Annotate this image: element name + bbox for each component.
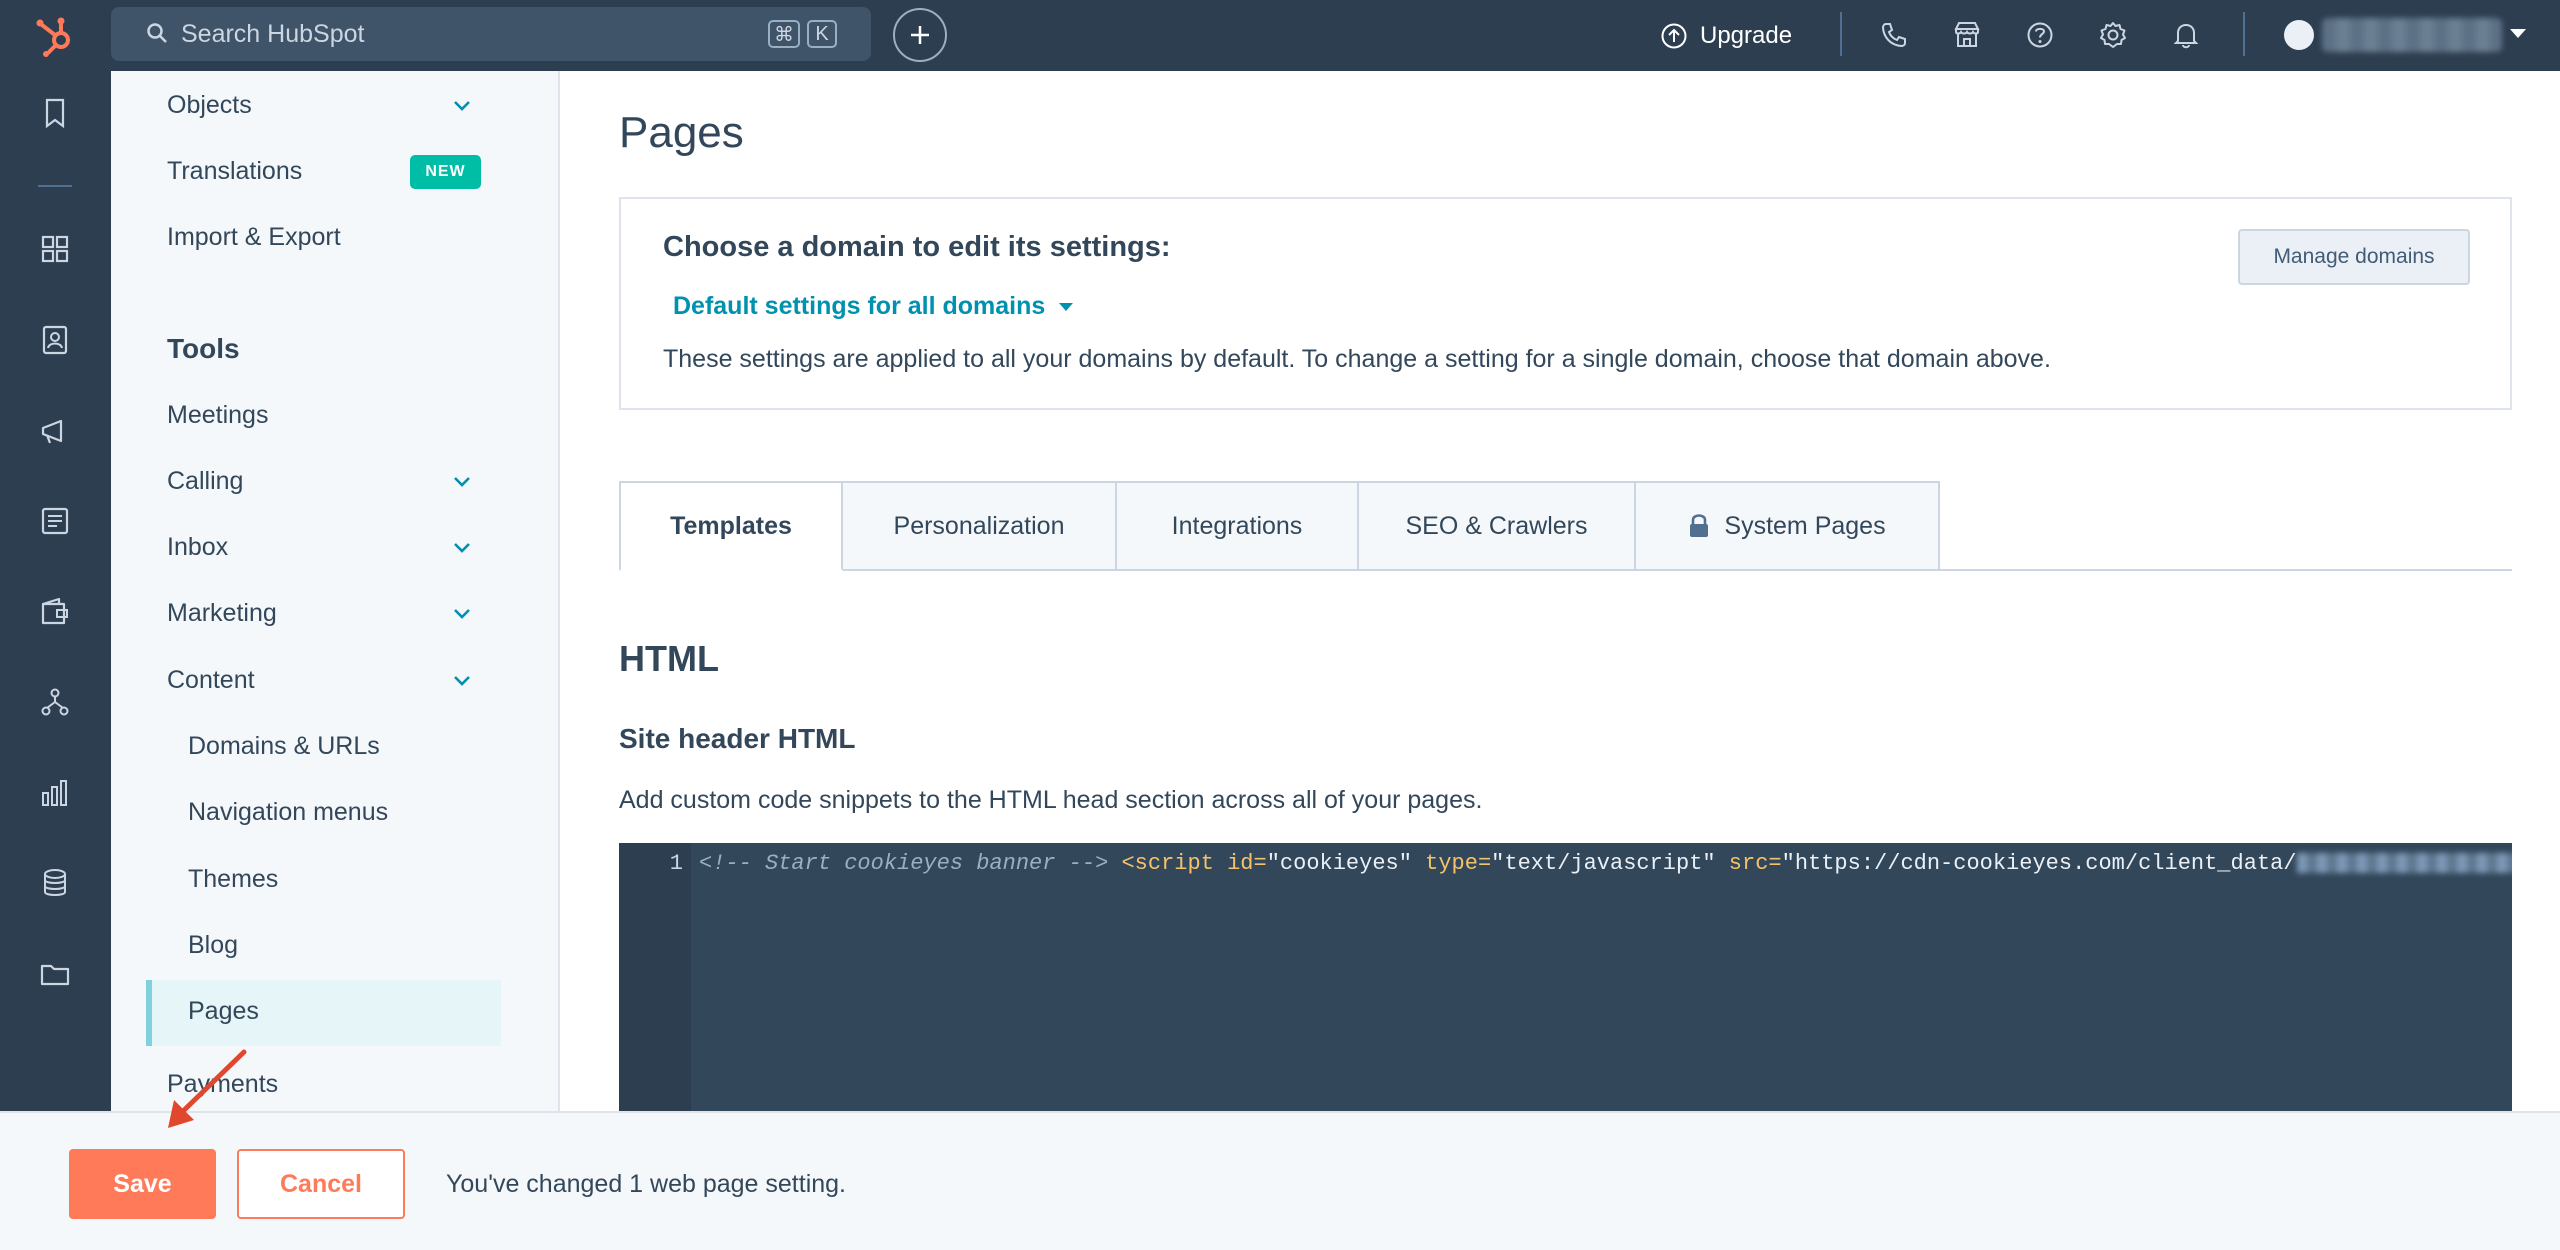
sidebar-item-meetings[interactable]: Meetings [167, 401, 268, 430]
sidebar-heading-tools: Tools [167, 333, 240, 364]
sidebar-subitem-themes[interactable]: Themes [188, 865, 278, 894]
search-icon [147, 23, 167, 43]
code-tag: <script [1121, 851, 1214, 876]
upgrade-arrow-icon [1661, 23, 1687, 48]
hubspot-logo-icon[interactable] [33, 14, 77, 58]
chevron-down-icon[interactable] [453, 97, 471, 115]
page-title: Pages [619, 108, 744, 157]
editor-gutter: 1 [619, 843, 691, 1111]
sidebar-item-translations[interactable]: Translations [167, 157, 302, 186]
help-text: Add custom code snippets to the HTML hea… [619, 786, 1483, 814]
settings-gear-icon[interactable] [2096, 18, 2130, 52]
tab-label: System Pages [1724, 511, 1886, 540]
reporting-chart-icon[interactable] [37, 775, 73, 811]
tab-system-pages[interactable]: System Pages [1636, 481, 1940, 571]
top-navigation: Search HubSpot ⌘ K Upgrade [0, 0, 2560, 71]
phone-icon[interactable] [1877, 18, 1911, 52]
cancel-button[interactable]: Cancel [237, 1149, 405, 1219]
code-value-id: "cookieyes" [1266, 851, 1412, 876]
manage-domains-button[interactable]: Manage domains [2238, 229, 2470, 285]
tab-label: Personalization [893, 511, 1065, 540]
sidebar-subitem-navigation-menus[interactable]: Navigation menus [188, 798, 388, 827]
data-management-database-icon[interactable] [37, 865, 73, 901]
library-folder-icon[interactable] [37, 956, 73, 992]
upgrade-link[interactable]: Upgrade [1660, 0, 1792, 71]
domain-card-description: These settings are applied to all your d… [663, 345, 2051, 373]
nav-divider [2243, 12, 2245, 56]
create-button[interactable] [893, 8, 947, 62]
tab-label: Integrations [1171, 511, 1303, 540]
bookmark-icon[interactable] [37, 95, 73, 131]
unsaved-changes-bar: Save Cancel You've changed 1 web page se… [0, 1111, 2560, 1250]
chevron-down-icon[interactable] [453, 605, 471, 623]
sidebar-subitem-blog[interactable]: Blog [188, 931, 238, 960]
help-icon[interactable] [2023, 18, 2057, 52]
code-editor[interactable]: 1 <!-- Start cookieyes banner --> <scrip… [619, 843, 2512, 1111]
caret-down-icon [1059, 302, 1074, 311]
sidebar-item-content[interactable]: Content [167, 666, 255, 695]
k-key-hint: K [807, 20, 837, 48]
save-button[interactable]: Save [69, 1149, 216, 1219]
main-content: Pages Choose a domain to edit its settin… [560, 71, 2560, 1111]
notifications-bell-icon[interactable] [2169, 18, 2203, 52]
tab-personalization[interactable]: Personalization [843, 481, 1117, 571]
domain-selector-card: Choose a domain to edit its settings: De… [619, 197, 2512, 410]
annotation-arrow-icon [168, 1049, 247, 1128]
global-nav-rail [0, 71, 111, 1111]
chevron-down-icon[interactable] [453, 672, 471, 690]
settings-sidebar: Objects Translations NEW Import & Export… [111, 71, 560, 1111]
sidebar-item-objects[interactable]: Objects [167, 91, 252, 120]
sidebar-item-marketing[interactable]: Marketing [167, 599, 277, 628]
search-placeholder: Search HubSpot [181, 20, 365, 48]
tab-seo-crawlers[interactable]: SEO & Crawlers [1359, 481, 1636, 571]
tab-integrations[interactable]: Integrations [1117, 481, 1359, 571]
nav-divider [1840, 12, 1842, 56]
marketplace-icon[interactable] [1950, 18, 1984, 52]
command-key-hint: ⌘ [768, 20, 800, 48]
avatar[interactable] [2284, 20, 2314, 50]
sidebar-item-calling[interactable]: Calling [167, 467, 243, 496]
chevron-down-icon[interactable] [453, 473, 471, 491]
automation-icon[interactable] [37, 684, 73, 720]
domain-dropdown-value: Default settings for all domains [673, 292, 1046, 320]
settings-tabs: Templates Personalization Integrations S… [619, 481, 1940, 571]
upgrade-label: Upgrade [1700, 21, 1793, 49]
section-heading: HTML [619, 638, 719, 679]
changes-status-text: You've changed 1 web page setting. [446, 1170, 846, 1198]
domain-card-title: Choose a domain to edit its settings: [663, 231, 1171, 263]
lock-icon [1690, 514, 1709, 537]
code-line[interactable]: <!-- Start cookieyes banner --> <script … [699, 851, 2512, 876]
subsection-heading: Site header HTML [619, 723, 856, 754]
search-input[interactable]: Search HubSpot ⌘ K [111, 7, 871, 61]
tab-label: SEO & Crawlers [1405, 511, 1588, 540]
marketing-megaphone-icon[interactable] [37, 413, 73, 449]
sidebar-subitem-pages[interactable]: Pages [188, 997, 259, 1026]
new-badge: NEW [410, 155, 481, 189]
sidebar-subitem-domains-urls[interactable]: Domains & URLs [188, 732, 380, 761]
contacts-icon[interactable] [37, 322, 73, 358]
content-icon[interactable] [37, 503, 73, 539]
workspaces-grid-icon[interactable] [37, 231, 73, 267]
redacted-text [2296, 853, 2512, 874]
sidebar-item-inbox[interactable]: Inbox [167, 533, 228, 562]
plus-icon [911, 26, 929, 44]
rail-divider [38, 185, 72, 187]
tab-templates[interactable]: Templates [619, 481, 843, 571]
code-attr-type: type= [1411, 851, 1492, 876]
code-value-src: "https://cdn-cookieyes.com/client_data/ [1781, 851, 2297, 876]
line-number: 1 [669, 851, 683, 876]
code-attr-src: src= [1715, 851, 1782, 876]
code-comment: <!-- Start cookieyes banner --> [699, 851, 1109, 876]
account-caret-icon[interactable] [2510, 29, 2526, 38]
tab-label: Templates [670, 511, 792, 540]
code-value-type: "text/javascript" [1491, 851, 1716, 876]
commerce-wallet-icon[interactable] [37, 594, 73, 630]
account-name-redacted[interactable] [2322, 18, 2502, 52]
sidebar-item-import-export[interactable]: Import & Export [167, 223, 341, 252]
code-attr-id: id= [1213, 851, 1267, 876]
domain-dropdown[interactable]: Default settings for all domains [673, 292, 1074, 321]
chevron-down-icon[interactable] [453, 539, 471, 557]
